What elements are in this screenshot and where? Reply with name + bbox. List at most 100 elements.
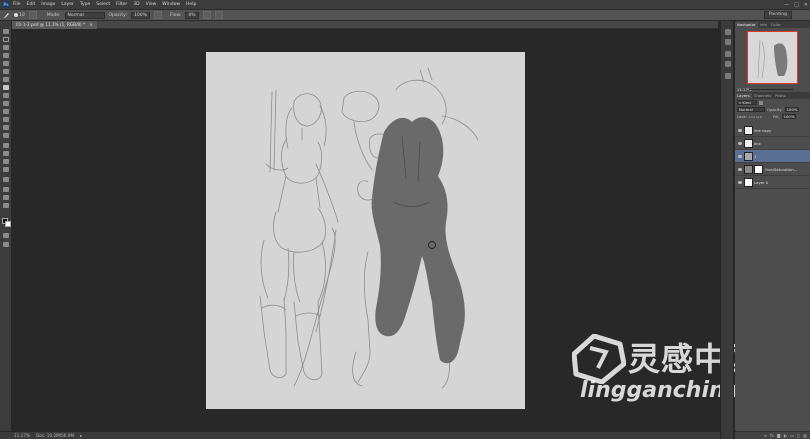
brush-size-value: 10	[19, 12, 25, 18]
menu-edit[interactable]: Edit	[27, 2, 36, 7]
menu-select[interactable]: Select	[96, 2, 110, 7]
visibility-eye-icon[interactable]	[738, 180, 742, 184]
quick-select-tool-icon[interactable]	[3, 53, 9, 58]
3d-tool-icon[interactable]	[3, 177, 9, 182]
layer-row[interactable]: line	[735, 137, 810, 150]
lock-icons[interactable]: ▫▫▫▫	[749, 114, 763, 119]
menu-filter[interactable]: Filter	[116, 2, 127, 7]
type-tool-icon[interactable]	[3, 151, 9, 156]
brush-preset-picker[interactable]: 10	[14, 13, 25, 18]
lasso-tool-icon[interactable]	[3, 45, 9, 50]
new-layer-icon[interactable]: ◻	[797, 433, 800, 438]
fill-label: Fill:	[773, 114, 780, 119]
layers-panel-tabs: Layers Channels Paths	[735, 92, 810, 99]
clone-source-panel-icon[interactable]	[725, 73, 731, 79]
navigator-thumbnail[interactable]	[747, 31, 798, 84]
minimize-button[interactable]: —	[784, 2, 789, 8]
layer-row[interactable]: Hue/Saturation...	[735, 163, 810, 176]
quick-mask-icon[interactable]	[3, 233, 9, 238]
canvas[interactable]	[206, 52, 525, 409]
visibility-eye-icon[interactable]	[738, 128, 742, 132]
status-bar: 11.17% Doc: 10.2M/56.9M ▸	[0, 431, 720, 439]
healing-tool-icon[interactable]	[3, 77, 9, 82]
filter-toggle-icon[interactable]	[759, 100, 763, 105]
trash-icon[interactable]: ▥	[803, 433, 807, 438]
crop-tool-icon[interactable]	[3, 61, 9, 66]
link-icon[interactable]: ∞	[764, 433, 767, 438]
mode-label: Mode:	[46, 12, 61, 18]
menu-image[interactable]: Image	[41, 2, 55, 7]
tab-layers[interactable]: Layers	[735, 93, 752, 99]
status-arrow-icon[interactable]: ▸	[80, 433, 82, 438]
gradient-tool-icon[interactable]	[3, 117, 9, 122]
folder-icon[interactable]: ▭	[790, 433, 794, 438]
tab-paths[interactable]: Paths	[773, 93, 787, 99]
menu-help[interactable]: Help	[186, 2, 196, 7]
pressure-opacity-toggle[interactable]	[153, 11, 162, 19]
watermark-logo-icon	[572, 334, 626, 384]
mode-select[interactable]: Normal	[64, 11, 105, 19]
navigator-zoom-slider[interactable]	[749, 89, 793, 90]
history-panel-icon[interactable]	[725, 29, 731, 35]
menu-file[interactable]: File	[13, 2, 21, 7]
background-color-swatch[interactable]	[5, 221, 11, 227]
brush-tool-icon[interactable]	[3, 85, 9, 90]
zoom-level[interactable]: 11.17%	[14, 433, 30, 438]
photoshop-logo: Ps	[2, 1, 10, 8]
menu-type[interactable]: Type	[80, 2, 90, 7]
adjust-icon[interactable]: ◐	[784, 433, 788, 438]
document-tab[interactable]: 01-1-2.psd @ 11.1% (1, RGB/8) * ×	[12, 21, 97, 29]
menu-bar: Ps File Edit Image Layer Type Select Fil…	[0, 0, 810, 9]
marquee-tool-icon[interactable]	[3, 37, 9, 42]
menu-layer[interactable]: Layer	[61, 2, 74, 7]
blend-mode-select[interactable]: Normal	[737, 107, 765, 112]
layer-row-selected[interactable]: 1	[735, 150, 810, 163]
fx-icon[interactable]: fx	[770, 433, 774, 438]
eraser-tool-icon[interactable]	[3, 109, 9, 114]
flow-input[interactable]: 0%	[185, 11, 199, 19]
maximize-button[interactable]: □	[794, 2, 799, 8]
menu-window[interactable]: Window	[162, 2, 180, 7]
menu-3d[interactable]: 3D	[133, 2, 139, 7]
actions-panel-icon[interactable]	[725, 39, 731, 45]
layer-opacity-input[interactable]: 100%	[784, 107, 800, 112]
visibility-eye-icon[interactable]	[738, 141, 742, 145]
layer-opacity-label: Opacity:	[767, 107, 783, 112]
visibility-eye-icon[interactable]	[738, 154, 742, 158]
sketch-artwork	[259, 67, 479, 389]
pressure-size-toggle[interactable]	[214, 11, 223, 19]
eyedropper-tool-icon[interactable]	[3, 69, 9, 74]
airbrush-toggle[interactable]	[202, 11, 211, 19]
layer-filter-kind[interactable]: ⌕ Kind	[737, 100, 757, 105]
visibility-eye-icon[interactable]	[738, 167, 742, 171]
workspace-select[interactable]: Painting	[763, 11, 792, 19]
filter-search-icon: ⌕	[739, 100, 742, 105]
brush-panel-icon[interactable]	[725, 51, 731, 57]
dodge-tool-icon[interactable]	[3, 133, 9, 138]
brush-presets-panel-icon[interactable]	[725, 61, 731, 67]
rotate-view-tool-icon[interactable]	[3, 203, 9, 208]
opacity-input[interactable]: 100%	[131, 11, 150, 19]
close-button[interactable]: ✕	[804, 2, 808, 8]
blur-tool-icon[interactable]	[3, 125, 9, 130]
menu-view[interactable]: View	[146, 2, 157, 7]
layer-thumbnail	[744, 151, 753, 161]
tab-channels[interactable]: Channels	[752, 93, 774, 99]
zoom-tool-icon[interactable]	[3, 195, 9, 200]
path-select-tool-icon[interactable]	[3, 159, 9, 164]
layer-fill-input[interactable]: 100%	[781, 114, 797, 119]
shape-tool-icon[interactable]	[3, 167, 9, 172]
mask-icon[interactable]: ◙	[777, 433, 781, 438]
stamp-tool-icon[interactable]	[3, 93, 9, 98]
pen-tool-icon[interactable]	[3, 143, 9, 148]
history-brush-tool-icon[interactable]	[3, 101, 9, 106]
brush-panel-toggle[interactable]	[28, 11, 37, 19]
move-tool-icon[interactable]	[3, 29, 9, 34]
brush-tool-icon[interactable]	[3, 12, 10, 19]
navigator-panel-tabs: Navigator Info Color	[735, 21, 810, 28]
layer-row[interactable]: line copy	[735, 124, 810, 137]
tab-close-icon[interactable]: ×	[89, 22, 93, 27]
screen-mode-icon[interactable]	[3, 242, 9, 247]
layer-row[interactable]: Layer 0	[735, 176, 810, 189]
hand-tool-icon[interactable]	[3, 187, 9, 192]
